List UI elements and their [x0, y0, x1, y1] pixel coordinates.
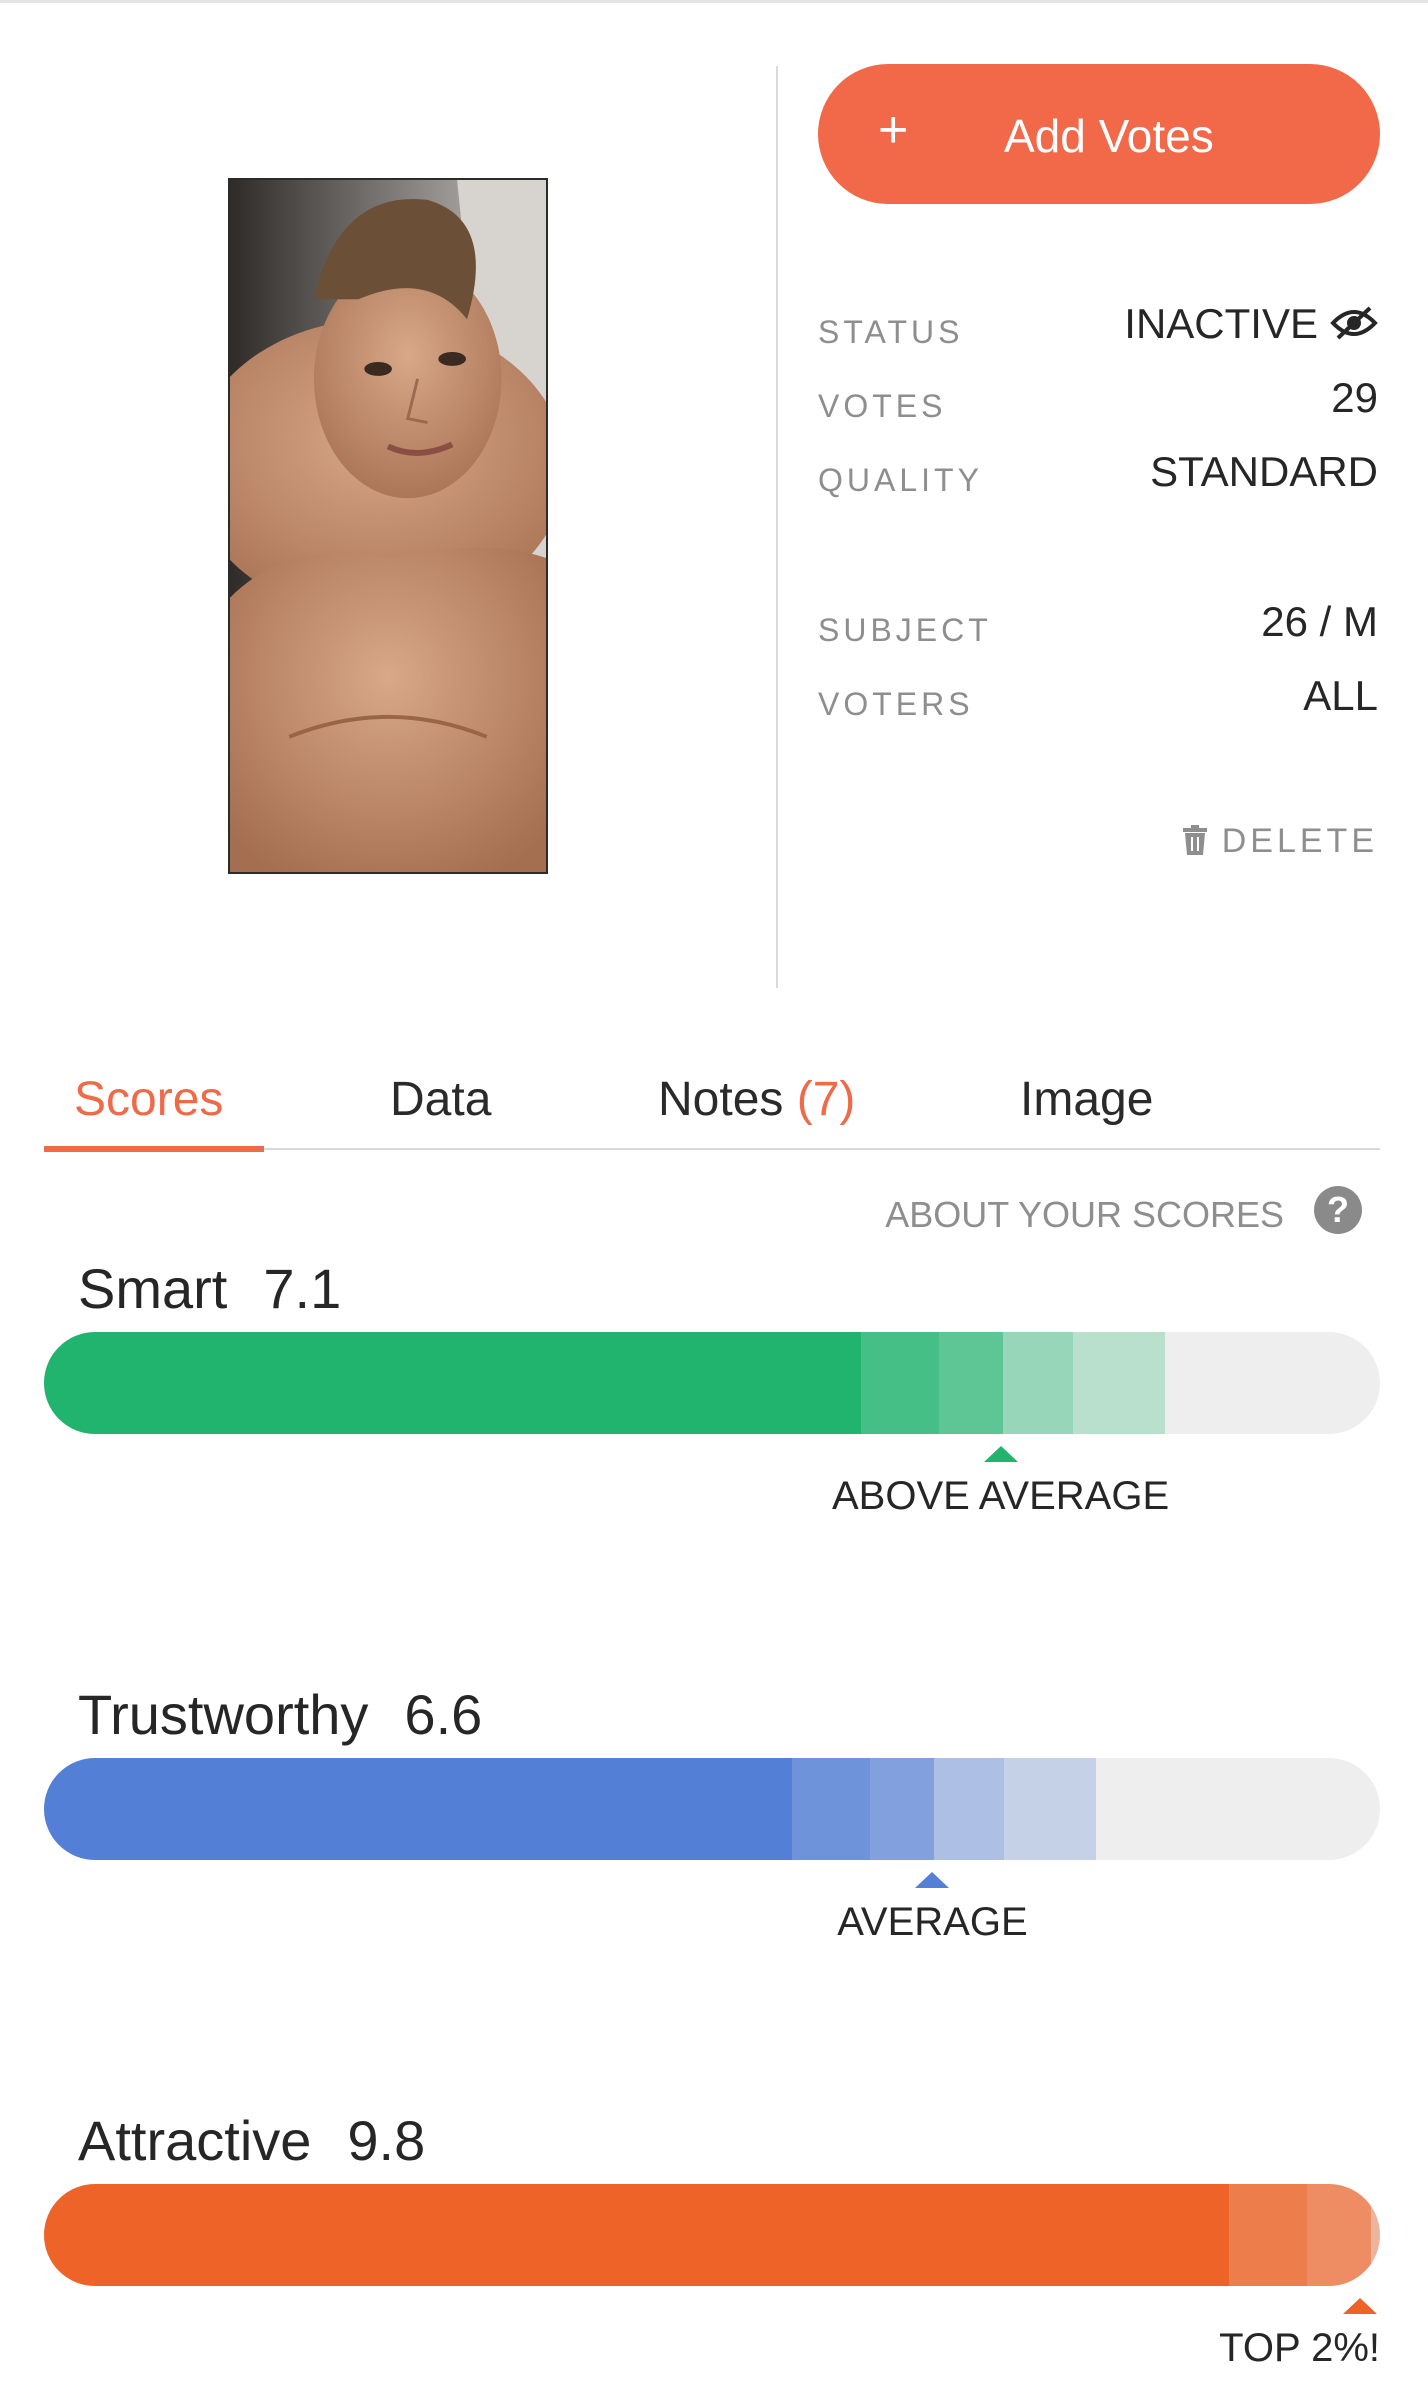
- bar-band-2: [938, 1332, 1003, 1434]
- bar-band-3: [934, 1758, 1005, 1860]
- quality-label: QUALITY: [818, 462, 983, 498]
- score-heading: Attractive 9.8: [78, 2108, 425, 2173]
- votes-value: 29: [1331, 374, 1378, 421]
- score-value: 6.6: [404, 1683, 483, 1746]
- bar-fill: [44, 1332, 861, 1434]
- score-heading: Smart 7.1: [78, 1256, 341, 1321]
- tab-scores[interactable]: Scores: [74, 1070, 223, 1130]
- subject-photo[interactable]: [228, 178, 548, 874]
- plus-icon: +: [878, 101, 909, 159]
- delete-label: DELETE: [1221, 822, 1378, 860]
- percentile-label: AVERAGE: [837, 1900, 1028, 1944]
- tab-notes[interactable]: Notes (7): [658, 1070, 855, 1130]
- bar-band-1: [792, 1758, 871, 1860]
- trash-icon: [1182, 825, 1208, 864]
- score-bar: [44, 1758, 1380, 1860]
- help-icon[interactable]: ?: [1314, 1186, 1362, 1234]
- tab-scores-label: Scores: [74, 1073, 224, 1126]
- add-votes-label: Add Votes: [1004, 110, 1214, 162]
- add-votes-button[interactable]: + Add Votes: [818, 64, 1380, 204]
- percentile-marker: [1343, 2298, 1377, 2314]
- bar-fill: [44, 2184, 1230, 2286]
- percentile-marker: [915, 1872, 950, 1888]
- status-value: INACTIVE: [1124, 300, 1378, 351]
- score-value: 9.8: [347, 2109, 426, 2172]
- tab-data-label: Data: [390, 1073, 492, 1126]
- subject-label: SUBJECT: [818, 612, 992, 648]
- score-bar: [44, 2184, 1380, 2286]
- bar-band-3: [1002, 1332, 1073, 1434]
- bar-band-2: [1307, 2184, 1372, 2286]
- bar-band-1: [1229, 2184, 1308, 2286]
- bar-fill: [44, 1758, 793, 1860]
- about-scores-link[interactable]: ABOUT YOUR SCORES: [885, 1194, 1284, 1236]
- top-border: [0, 0, 1428, 3]
- bar-band-4: [1072, 1332, 1165, 1434]
- votes-label: VOTES: [818, 388, 947, 424]
- score-name: Smart: [78, 1257, 228, 1320]
- bar-band-1: [860, 1332, 939, 1434]
- voters-label: VOTERS: [818, 686, 974, 722]
- eye-slash-icon: [1330, 303, 1378, 351]
- percentile-label: TOP 2%!: [1219, 2326, 1380, 2370]
- subject-value: 26 / M: [1261, 598, 1378, 645]
- percentile-marker: [983, 1446, 1018, 1462]
- bar-band-4: [1004, 1758, 1097, 1860]
- score-heading: Trustworthy 6.6: [78, 1682, 482, 1747]
- tab-data[interactable]: Data: [390, 1070, 491, 1130]
- score-name: Attractive: [78, 2109, 312, 2172]
- active-tab-indicator: [44, 1146, 264, 1152]
- tab-image-label: Image: [1020, 1073, 1154, 1126]
- score-name: Trustworthy: [78, 1683, 369, 1746]
- voters-value: ALL: [1303, 672, 1378, 719]
- bar-band-3: [1371, 2184, 1380, 2286]
- tab-image[interactable]: Image: [1020, 1070, 1153, 1130]
- vertical-divider: [776, 66, 778, 988]
- tab-notes-label: Notes: [658, 1073, 784, 1126]
- percentile-label: ABOVE AVERAGE: [831, 1474, 1170, 1518]
- score-bar: [44, 1332, 1380, 1434]
- notes-count: (7): [796, 1073, 856, 1126]
- status-text: INACTIVE: [1124, 300, 1318, 347]
- bar-band-2: [870, 1758, 935, 1860]
- quality-value: STANDARD: [1150, 448, 1378, 495]
- status-label: STATUS: [818, 314, 964, 350]
- score-value: 7.1: [263, 1257, 342, 1320]
- delete-button[interactable]: DELETE: [1182, 822, 1378, 864]
